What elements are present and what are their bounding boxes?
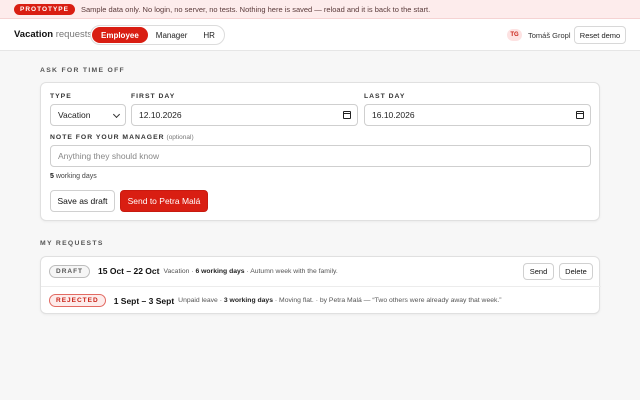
my-requests-section-title: MY REQUESTS xyxy=(40,240,104,247)
working-days-summary: 5 working days xyxy=(50,173,97,180)
role-hr-tab[interactable]: HR xyxy=(195,27,223,43)
role-manager-tab[interactable]: Manager xyxy=(148,27,196,43)
request-note: Moving flat. xyxy=(279,297,314,304)
request-dates: 1 Sept – 3 Sept xyxy=(113,295,175,306)
status-badge: DRAFT xyxy=(49,264,91,278)
working-days-text: working days xyxy=(55,173,97,180)
request-type: Vacation xyxy=(163,267,190,275)
delete-draft-button[interactable]: Delete xyxy=(559,263,593,280)
last-day-input[interactable]: 16.10.2026 xyxy=(364,104,591,126)
calendar-icon[interactable] xyxy=(576,111,584,119)
prototype-badge: PROTOTYPE xyxy=(14,3,75,15)
last-day-label: LAST DAY xyxy=(364,93,406,100)
time-off-form: TYPE Vacation FIRST DAY 12.10.2026 LAST … xyxy=(40,82,600,221)
app-title-rest: requests xyxy=(55,29,93,40)
request-note: Autumn week with the family. xyxy=(250,267,338,275)
status-badge: REJECTED xyxy=(49,294,106,307)
app-title-bold: Vacation xyxy=(14,29,54,40)
prototype-banner: PROTOTYPE Sample data only. No login, no… xyxy=(0,0,640,19)
role-switcher: Employee Manager HR xyxy=(90,25,225,45)
app-title: Vacation requests xyxy=(14,29,92,40)
save-draft-button[interactable]: Save as draft xyxy=(50,190,115,212)
requests-list: DRAFT 15 Oct – 22 Oct Vacation · 6 worki… xyxy=(40,256,601,314)
banner-text: Sample data only. No login, no server, n… xyxy=(80,4,431,14)
app-header: Vacation requests Employee Manager HR TG… xyxy=(0,19,640,51)
working-days-count: 5 xyxy=(50,173,54,180)
note-label: NOTE FOR YOUR MANAGER (optional) xyxy=(50,134,194,141)
request-meta: Unpaid leave · 3 working days · Moving f… xyxy=(178,297,502,304)
first-day-input[interactable]: 12.10.2026 xyxy=(131,104,358,126)
user-name: Tomáš Gropl xyxy=(528,31,571,40)
request-days: 6 working days xyxy=(195,267,245,275)
request-row: DRAFT 15 Oct – 22 Oct Vacation · 6 worki… xyxy=(41,257,601,285)
note-input[interactable]: Anything they should know xyxy=(50,145,591,167)
reset-demo-button[interactable]: Reset demo xyxy=(574,26,626,44)
send-draft-button[interactable]: Send xyxy=(523,263,554,280)
calendar-icon[interactable] xyxy=(343,111,351,119)
time-off-section-title: ASK FOR TIME OFF xyxy=(40,67,125,74)
request-meta: Vacation · 6 working days · Autumn week … xyxy=(163,267,338,275)
type-select[interactable]: Vacation xyxy=(50,104,126,126)
request-decision: by Petra Malá — “Two others were already… xyxy=(319,297,502,304)
role-employee-tab[interactable]: Employee xyxy=(92,27,148,43)
note-label-text: NOTE FOR YOUR MANAGER xyxy=(50,134,165,141)
note-optional: (optional) xyxy=(166,134,194,141)
note-placeholder: Anything they should know xyxy=(58,151,160,161)
request-row: REJECTED 1 Sept – 3 Sept Unpaid leave · … xyxy=(41,286,601,314)
type-label: TYPE xyxy=(50,93,72,100)
last-day-value: 16.10.2026 xyxy=(372,110,415,120)
request-dates: 15 Oct – 22 Oct xyxy=(98,266,160,276)
type-select-value: Vacation xyxy=(58,110,91,120)
first-day-value: 12.10.2026 xyxy=(139,110,182,120)
first-day-label: FIRST DAY xyxy=(131,93,176,100)
request-type: Unpaid leave xyxy=(178,297,218,304)
send-request-button[interactable]: Send to Petra Malá xyxy=(120,190,208,212)
user-avatar: TG xyxy=(507,29,522,41)
chevron-down-icon xyxy=(112,110,121,119)
request-days: 3 working days xyxy=(223,297,273,304)
